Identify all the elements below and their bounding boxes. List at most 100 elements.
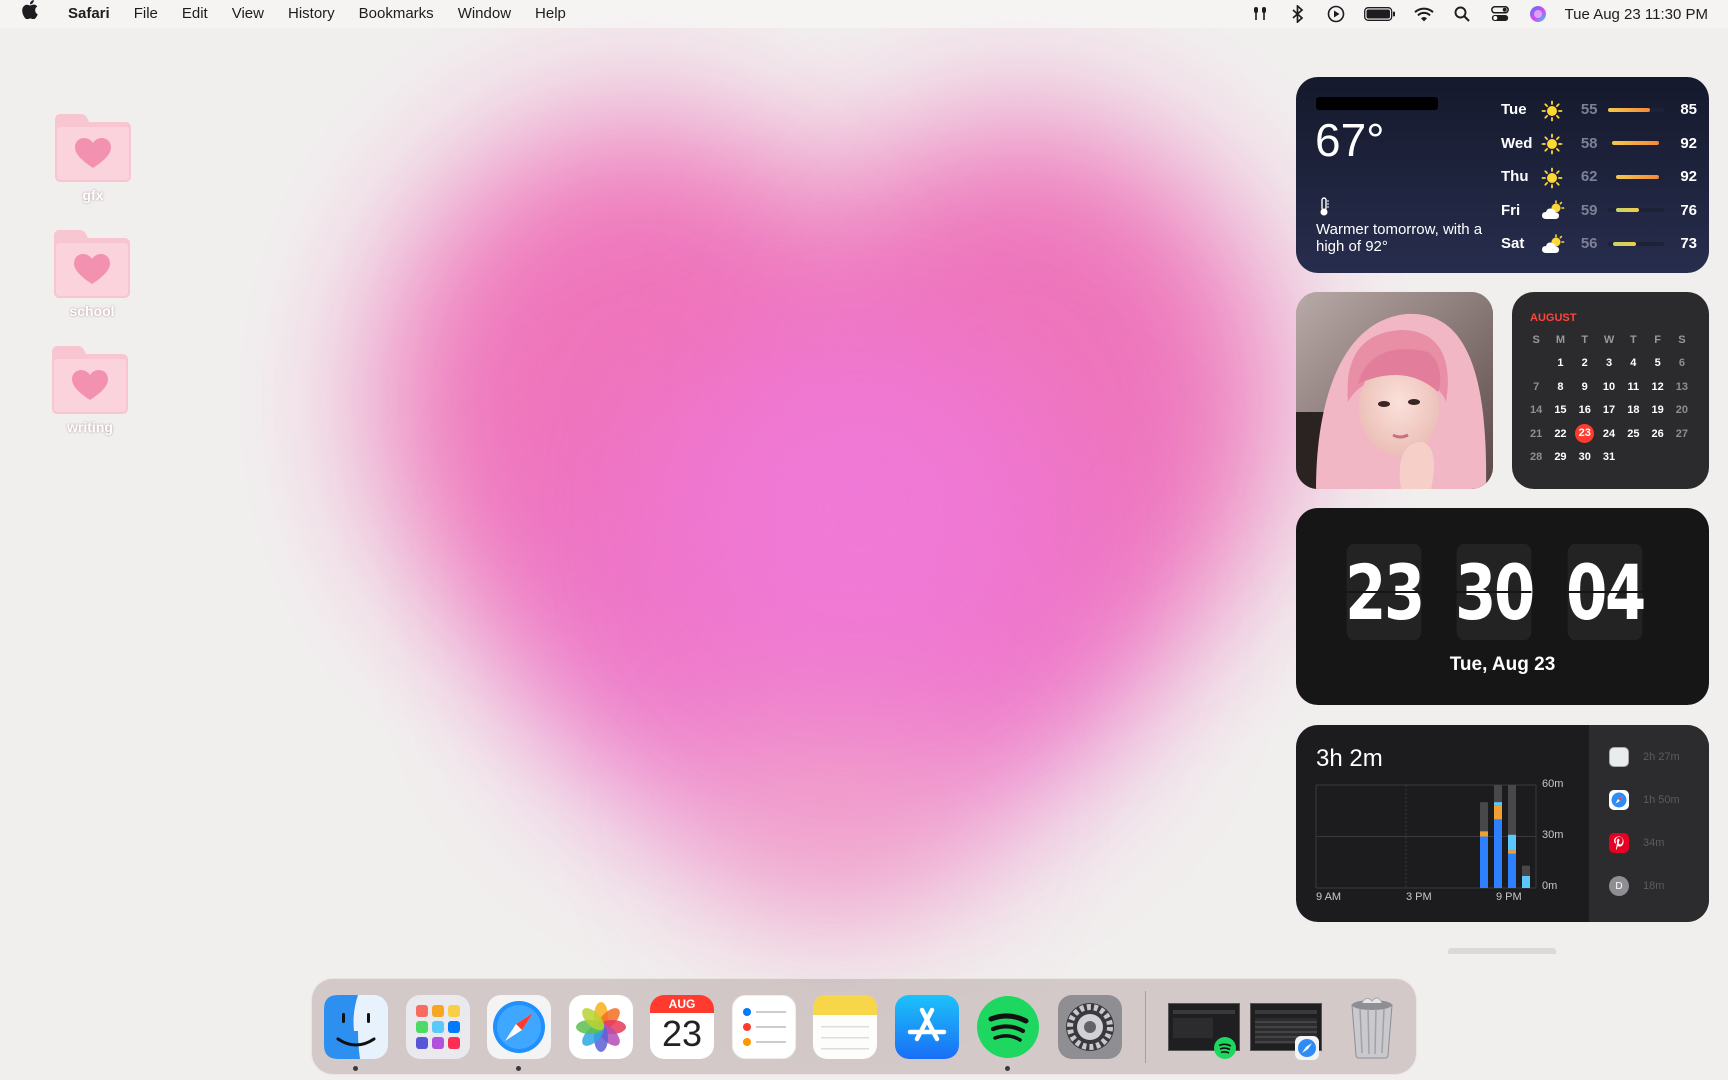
temperature-range-fill [1612,141,1659,146]
weekday-header: F [1654,333,1661,346]
calendar-weekday-row: SMTWTFS [1524,328,1700,352]
forecast-low: 59 [1580,201,1598,219]
menu-help[interactable]: Help [523,0,578,28]
app-usage-row[interactable]: 2h 27m [1609,745,1709,769]
menu-file[interactable]: File [122,0,170,28]
app-usage-row[interactable]: 34m [1609,831,1709,855]
battery-icon[interactable] [1355,0,1405,28]
calendar-day: 27 [1675,427,1689,440]
dock-trash[interactable] [1340,995,1404,1059]
notes-icon [813,994,877,1059]
forecast-high: 76 [1680,201,1697,219]
menu-view[interactable]: View [220,0,276,28]
menu-bar: Safari File Edit View History Bookmarks … [0,0,1728,28]
menu-edit[interactable]: Edit [170,0,220,28]
desktop-folder-gfx[interactable]: gfx [38,110,148,203]
calendar-day: 30 [1578,451,1591,464]
now-playing-icon[interactable] [1317,0,1355,28]
usage-bar-blue [1508,853,1516,888]
photo-widget[interactable] [1296,292,1493,489]
clock-hours: 23 [1345,544,1425,640]
control-center-icon[interactable] [1481,0,1519,28]
weekday-header: W [1603,333,1615,346]
menu-window[interactable]: Window [446,0,523,28]
dock-app-store[interactable] [894,994,959,1059]
weather-widget[interactable]: 67° Warmer tomorrow, with a high of 92° … [1296,77,1709,273]
app-usage-row[interactable]: 1h 50m [1609,788,1709,812]
forecast-high: 73 [1680,235,1697,253]
dock-safari[interactable] [487,994,551,1071]
screen-time-widget[interactable]: 3h 2m 60m 30m 0m 9 AM 3 PM 9 PM 2h 27m 1… [1296,725,1709,922]
app-usage-time: 1h 50m [1643,794,1680,806]
y-tick-label: 60m [1542,778,1564,790]
calendar-day: 13 [1675,380,1689,393]
dock-notes[interactable] [813,994,877,1059]
flip-clock-widget[interactable]: 23 30 04 Tue, Aug 23 [1296,508,1709,705]
partly-cloudy-icon [1541,233,1566,254]
forecast-day: Tue [1501,101,1527,119]
forecast-row: Wed 58 92 [1501,127,1697,161]
spotlight-search-icon[interactable] [1443,0,1481,28]
airpods-icon[interactable] [1241,0,1279,28]
safari-badge-icon [1295,1035,1319,1060]
forecast-day: Fri [1501,201,1521,219]
forecast-day: Wed [1501,134,1533,152]
weekday-header: S [1532,333,1540,346]
bluetooth-icon[interactable] [1279,0,1317,28]
dock-spotify[interactable] [976,995,1040,1071]
app-generic-icon [1609,747,1629,767]
calendar-day: 18 [1627,404,1640,417]
calendar-day: 10 [1602,380,1616,393]
menu-bookmarks[interactable]: Bookmarks [347,0,446,28]
clock-date: Tue, Aug 23 [1449,654,1556,675]
apple-menu-icon[interactable] [0,0,56,29]
wifi-icon[interactable] [1405,0,1443,28]
forecast-day: Sat [1501,235,1525,253]
temperature-range-bar [1607,174,1665,179]
sun-icon [1541,133,1566,155]
dock-launchpad[interactable] [405,994,470,1059]
forecast-row: Tue 55 85 [1501,93,1697,127]
calendar-day: 1 [1557,357,1564,370]
menu-app-name[interactable]: Safari [56,0,122,28]
usage-bar-orange [1508,850,1516,854]
spotify-window-thumbnail[interactable] [1168,1002,1240,1059]
calendar-day: 6 [1678,357,1685,370]
calendar-day: 9 [1581,380,1588,393]
menu-history[interactable]: History [276,0,347,28]
usage-bar-cyan [1508,834,1516,851]
thermometer-icon [1318,197,1330,222]
safari-window-thumbnail[interactable] [1250,1002,1322,1060]
portrait-photo [1296,292,1493,489]
siri-icon[interactable] [1519,0,1557,28]
dock-reminders[interactable] [731,994,796,1059]
trash-icon [1351,997,1393,1058]
calendar-day: 24 [1602,427,1616,440]
app-usage-time: 2h 27m [1643,751,1680,763]
calendar-icon-month: AUG [650,994,714,1013]
usage-bar-cyan [1522,875,1530,888]
calendar-week-row: 7 8 9 10 11 12 13 [1524,375,1700,399]
calendar-day: 31 [1602,451,1616,464]
dock-photos[interactable] [568,994,633,1059]
forecast-high: 92 [1680,168,1697,186]
calendar-day: 3 [1605,357,1613,370]
dock-calendar[interactable]: AUG 23 [650,994,714,1059]
menu-bar-clock[interactable]: Tue Aug 23 11:30 PM [1557,6,1728,23]
calendar-widget[interactable]: AUGUST S M T W T F S 1 2 3 4 5 6 7 8 9 10 11 12 13 14 15 16 17 1… [1512,292,1709,489]
desktop-folder-writing[interactable]: writing [35,342,145,435]
dock-finder[interactable] [324,994,388,1071]
calendar-day: 2 [1581,357,1588,370]
spotify-badge-icon [1214,1036,1236,1059]
weekday-header: S [1678,333,1686,346]
app-usage-row[interactable]: D 18m [1609,874,1709,898]
usage-bar-blue [1494,819,1502,888]
usage-bar-orange [1480,831,1488,837]
calendar-day: 20 [1675,404,1689,417]
reminders-icon [731,994,796,1059]
temperature-range-fill [1607,107,1651,112]
desktop-folder-school[interactable]: school [37,226,147,319]
app-d-icon: D [1609,876,1629,896]
sun-icon [1541,167,1566,189]
dock-system-preferences[interactable] [1057,994,1122,1059]
